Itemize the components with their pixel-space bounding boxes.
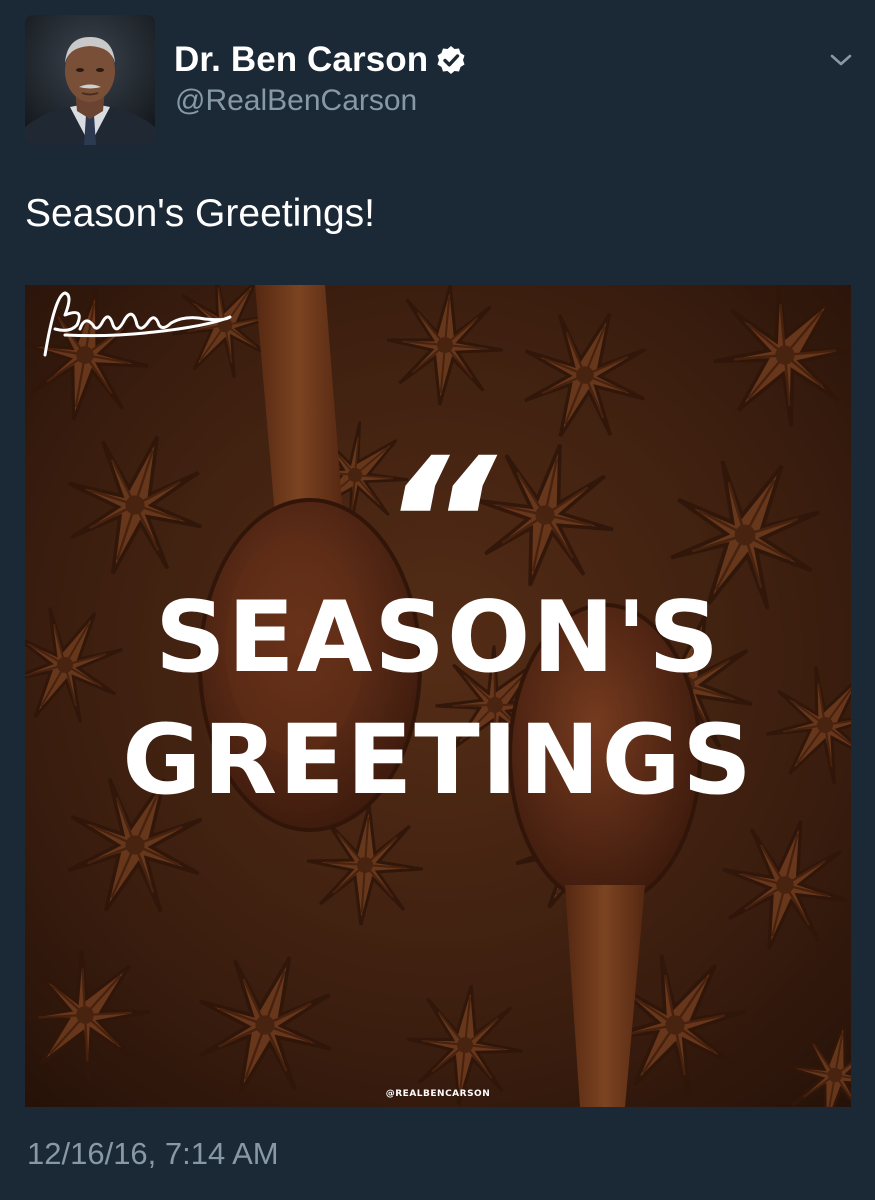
headline-greetings: GREETINGS [122, 704, 754, 816]
tweet-text: Season's Greetings! [25, 192, 375, 235]
tweet-timestamp[interactable]: 12/16/16, 7:14 AM [27, 1136, 279, 1172]
star-anise-background [25, 285, 851, 1107]
headline-seasons: SEASON'S [155, 581, 721, 695]
chevron-down-icon[interactable] [826, 48, 856, 72]
avatar-photo [25, 15, 155, 145]
signature-image [43, 291, 232, 357]
author-display-name[interactable]: Dr. Ben Carson [174, 40, 428, 80]
avatar[interactable] [25, 15, 155, 145]
author-handle[interactable]: @RealBenCarson [175, 84, 417, 118]
verified-badge-icon [436, 45, 466, 75]
watermark-text: @REALBENCARSON [385, 1089, 491, 1099]
author-name-row[interactable]: Dr. Ben Carson [174, 38, 466, 82]
tweet: Dr. Ben Carson @RealBenCarson Season's G… [0, 0, 875, 1200]
tweet-media-image[interactable]: “ SEASON'S GREETINGS @REALBENCARSON [25, 285, 851, 1107]
